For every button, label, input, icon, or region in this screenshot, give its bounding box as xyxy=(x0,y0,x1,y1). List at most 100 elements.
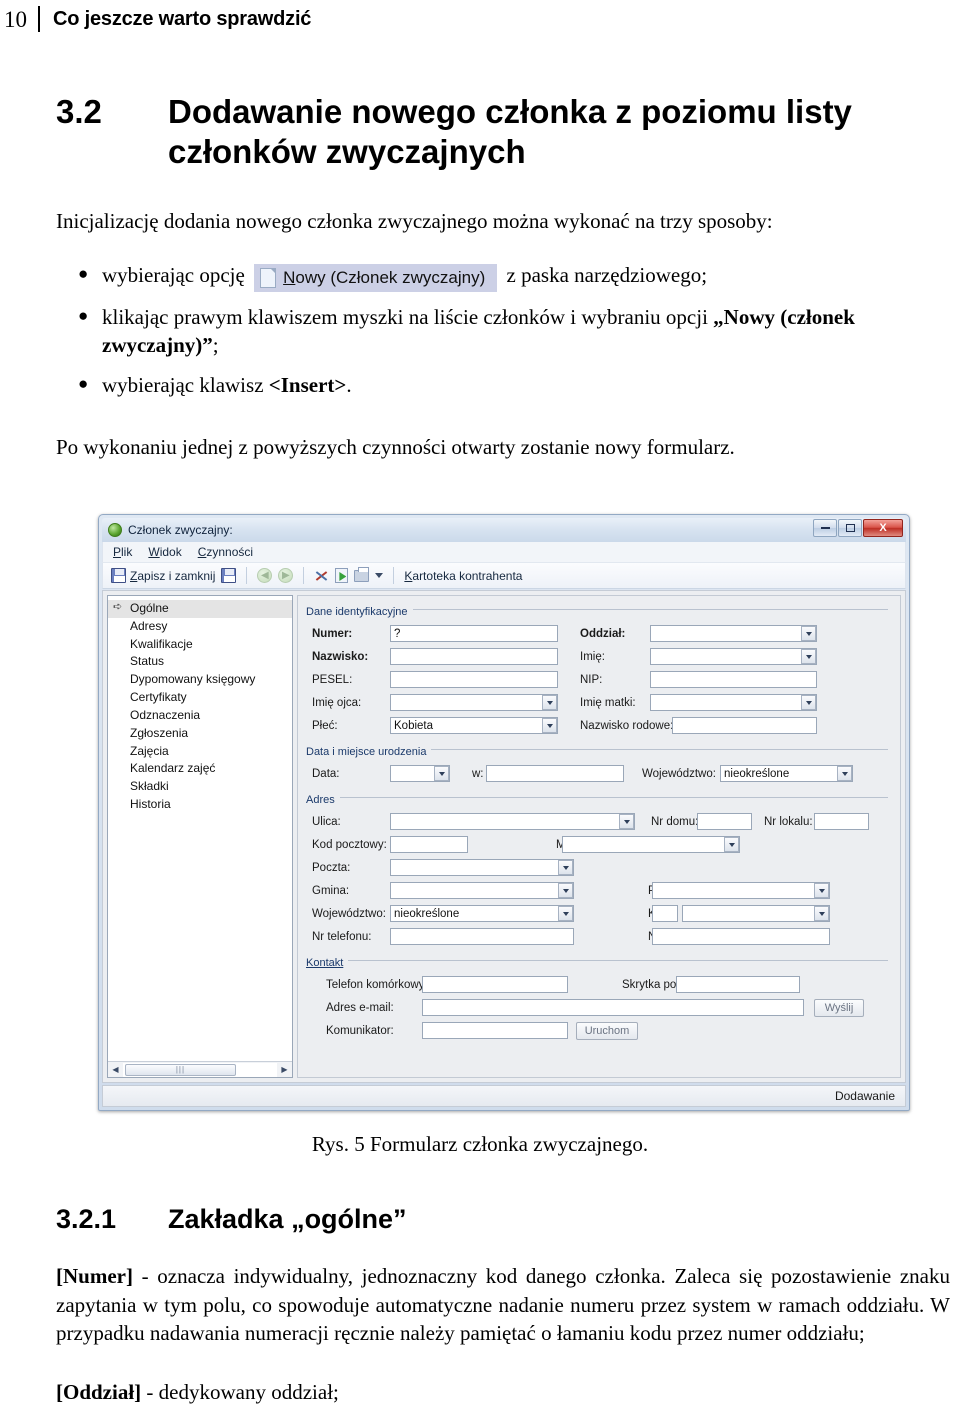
scroll-right-icon[interactable]: ▶ xyxy=(277,1063,292,1077)
window-titlebar[interactable]: Członek zwyczajny: X xyxy=(102,518,906,542)
scroll-left-icon[interactable]: ◀ xyxy=(108,1063,123,1077)
label-nr-telefonu: Nr telefonu: xyxy=(312,930,372,943)
input-plec[interactable]: Kobieta xyxy=(390,717,558,734)
chevron-down-icon[interactable] xyxy=(801,649,816,664)
input-telefon-komorkowy[interactable] xyxy=(422,976,568,993)
minimize-button[interactable] xyxy=(813,519,837,537)
chevron-down-icon[interactable] xyxy=(814,906,829,921)
tree-item-zgloszenia[interactable]: Zgłoszenia xyxy=(108,725,292,743)
input-komunikator[interactable] xyxy=(422,1022,568,1039)
input-imie-matki[interactable] xyxy=(650,694,817,711)
input-nr-domu[interactable] xyxy=(697,813,752,830)
input-oddzial[interactable] xyxy=(650,625,817,642)
input-numer[interactable]: ? xyxy=(390,625,558,642)
menu-item-plik[interactable]: Plik xyxy=(113,545,132,559)
row-nazwisko-imie: Nazwisko: Imię: xyxy=(312,646,892,667)
input-miejscowosc[interactable] xyxy=(562,836,740,853)
menu-item-widok[interactable]: Widok xyxy=(148,545,181,559)
input-imie-ojca[interactable] xyxy=(390,694,558,711)
calendar-chevron-icon[interactable] xyxy=(434,766,449,781)
tree-item-certyfikaty[interactable]: Certyfikaty xyxy=(108,689,292,707)
input-nr-faksu[interactable] xyxy=(652,928,830,945)
input-powiat[interactable] xyxy=(652,882,830,899)
subsection-paragraph-numer: [Numer] - oznacza indywidualny, jednozna… xyxy=(56,1262,950,1348)
input-imie[interactable] xyxy=(650,648,817,665)
label-kraj: Kraj: xyxy=(574,908,672,920)
tree-item-historia[interactable]: Historia xyxy=(108,796,292,814)
chevron-down-icon[interactable] xyxy=(558,906,573,921)
run-messenger-button[interactable]: Uruchom xyxy=(576,1021,638,1040)
menu-item-czynnosci[interactable]: Czynności xyxy=(198,545,253,559)
close-button[interactable]: X xyxy=(863,519,903,537)
tree-item-skladki[interactable]: Składki xyxy=(108,778,292,796)
chevron-down-icon[interactable] xyxy=(558,883,573,898)
chevron-down-icon[interactable] xyxy=(801,626,816,641)
label-poczta: Poczta: xyxy=(312,861,351,874)
toolbar-new-member-snippet[interactable]: Nowy (Członek zwyczajny) xyxy=(254,263,498,293)
input-nip[interactable] xyxy=(650,671,817,688)
input-miejsce-urodzenia[interactable] xyxy=(486,765,624,782)
bullet-dot-icon: ● xyxy=(78,306,89,326)
input-gmina[interactable] xyxy=(390,882,574,899)
input-kraj-kod[interactable] xyxy=(652,905,678,922)
label-nip: NIP: xyxy=(580,673,603,686)
window-client-area: Ogólne Adresy Kwalifikacje Status Dypomo… xyxy=(102,590,906,1083)
maximize-button[interactable] xyxy=(838,519,862,537)
input-wojewodztwo[interactable]: nieokreślone xyxy=(390,905,574,922)
chevron-down-icon[interactable] xyxy=(837,766,852,781)
tree-item-odznaczenia[interactable]: Odznaczenia xyxy=(108,707,292,725)
chevron-down-icon[interactable] xyxy=(542,718,557,733)
input-ulica[interactable] xyxy=(390,813,635,830)
tree-item-dypomowany-ksiegowy[interactable]: Dypomowany księgowy xyxy=(108,671,292,689)
input-wojewodztwo-urodzenia[interactable]: nieokreślone xyxy=(720,765,853,782)
snippet-label: Nowy (Członek zwyczajny) xyxy=(283,267,485,289)
input-adres-email[interactable] xyxy=(422,999,804,1016)
bullet-3-tail: . xyxy=(346,372,352,397)
input-kod-pocztowy[interactable] xyxy=(390,836,468,853)
input-nazwisko-rodowe[interactable] xyxy=(672,717,817,734)
chevron-down-icon[interactable] xyxy=(801,695,816,710)
input-pesel[interactable] xyxy=(390,671,558,688)
refresh-icon[interactable] xyxy=(335,568,349,583)
scrollbar-thumb[interactable]: ||| xyxy=(125,1063,236,1076)
tree-item-status[interactable]: Status xyxy=(108,653,292,671)
group-title-contact: Kontakt xyxy=(306,957,349,969)
print-icon[interactable] xyxy=(354,566,370,582)
chevron-down-icon[interactable] xyxy=(619,814,634,829)
label-gmina: Gmina: xyxy=(312,884,350,897)
save-as-icon[interactable] xyxy=(221,568,237,583)
label-imie: Imię: xyxy=(580,650,605,663)
input-data[interactable] xyxy=(390,765,450,782)
tools-icon[interactable] xyxy=(314,568,329,583)
input-nr-telefonu[interactable] xyxy=(390,928,574,945)
back-arrow-icon[interactable]: ◀ xyxy=(257,568,273,583)
bullet-3-key: <Insert> xyxy=(268,372,347,397)
chevron-down-icon[interactable] xyxy=(558,860,573,875)
input-nazwisko[interactable] xyxy=(390,648,558,665)
save-and-close-label: Zapisz i zamknij xyxy=(130,569,215,583)
send-email-button[interactable]: Wyślij xyxy=(814,998,864,1017)
tree-item-adresy[interactable]: Adresy xyxy=(108,618,292,636)
chevron-down-icon[interactable] xyxy=(542,695,557,710)
scrollbar-track[interactable]: ||| xyxy=(123,1062,277,1077)
tree-horizontal-scrollbar[interactable]: ◀ ||| ▶ xyxy=(108,1061,292,1077)
tree-item-ogolne[interactable]: Ogólne xyxy=(108,600,292,618)
section-intro-text: Inicjalizację dodania nowego członka zwy… xyxy=(56,209,773,233)
list-item: ● wybierając klawisz <Insert>. xyxy=(56,372,960,400)
input-skrytka-pocztowa[interactable] xyxy=(676,976,800,993)
menu-label-plik: lik xyxy=(121,545,133,559)
chevron-down-icon[interactable] xyxy=(724,837,739,852)
row-kod-miejscowosc: Kod pocztowy: Miejscowość: xyxy=(312,834,892,855)
input-nr-lokalu[interactable] xyxy=(814,813,869,830)
kartoteka-kontrahenta-button[interactable]: Kartoteka kontrahenta xyxy=(404,569,522,583)
save-and-close-button[interactable]: Zapisz i zamknij xyxy=(111,568,215,583)
tree-item-kwalifikacje[interactable]: Kwalifikacje xyxy=(108,636,292,654)
tree-item-zajecia[interactable]: Zajęcia xyxy=(108,743,292,761)
label-imie-matki: Imię matki: xyxy=(580,696,636,709)
chevron-down-icon[interactable] xyxy=(814,883,829,898)
input-poczta[interactable] xyxy=(390,859,574,876)
input-kraj[interactable] xyxy=(682,905,830,922)
print-dropdown-caret-icon[interactable] xyxy=(375,573,384,578)
forward-arrow-icon[interactable]: ▶ xyxy=(278,568,294,583)
tree-item-kalendarz-zajec[interactable]: Kalendarz zajęć xyxy=(108,760,292,778)
